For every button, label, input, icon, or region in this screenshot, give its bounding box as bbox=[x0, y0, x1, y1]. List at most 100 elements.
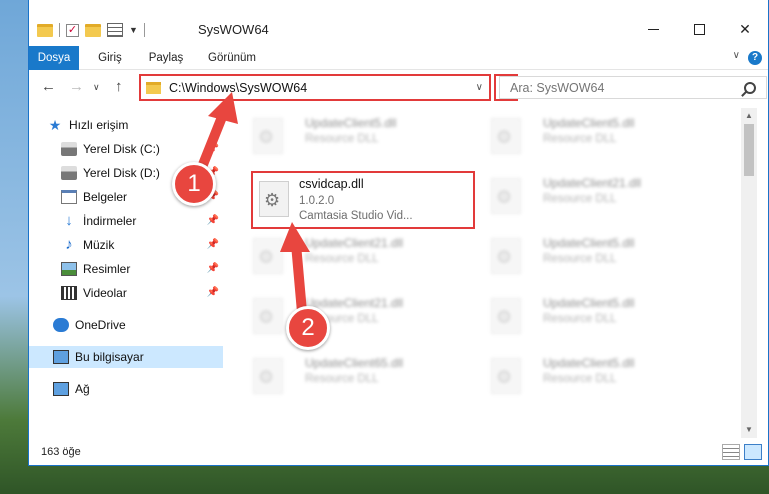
sidebar-item-label: Yerel Disk (D:) bbox=[83, 166, 160, 180]
file-version: 1.0.2.0 bbox=[299, 195, 335, 207]
help-icon[interactable]: ? bbox=[748, 51, 762, 65]
file-name: UpdateClient5.dll bbox=[543, 356, 635, 370]
maximize-button[interactable] bbox=[676, 14, 722, 44]
search-box[interactable] bbox=[499, 76, 767, 99]
sidebar-item-downloads[interactable]: ↓ İndirmeler 📌 bbox=[29, 210, 223, 232]
file-item[interactable]: UpdateClient5.dll Resource DLL bbox=[473, 232, 703, 282]
file-type: Resource DLL bbox=[305, 133, 379, 145]
step-2-badge: 2 bbox=[286, 306, 330, 350]
tab-file[interactable]: Dosya bbox=[29, 46, 79, 70]
pin-icon[interactable]: 📌 bbox=[207, 239, 219, 250]
sidebar-item-network[interactable]: Ağ bbox=[29, 378, 223, 400]
file-name: csvidcap.dll bbox=[299, 177, 364, 191]
network-icon bbox=[53, 382, 69, 396]
download-icon: ↓ bbox=[65, 212, 73, 229]
file-item[interactable]: UpdateClient21.dll Resource DLL bbox=[473, 172, 703, 222]
forward-arrow-icon[interactable]: → bbox=[69, 78, 84, 95]
file-name: UpdateClient5.dll bbox=[543, 236, 635, 250]
dll-file-icon bbox=[491, 238, 521, 274]
sidebar-item-videos[interactable]: Videolar 📌 bbox=[29, 282, 223, 304]
file-name: UpdateClient5.dll bbox=[543, 296, 635, 310]
tab-view[interactable]: Görünüm bbox=[199, 46, 265, 70]
search-icon[interactable] bbox=[744, 81, 756, 94]
tiles-view-icon[interactable] bbox=[744, 444, 762, 460]
dll-file-icon bbox=[259, 181, 289, 217]
navigation-pane: ★ Hızlı erişim Yerel Disk (C:) 📌 Yerel D… bbox=[29, 108, 225, 438]
featured-file-item[interactable]: csvidcap.dll 1.0.2.0 Camtasia Studio Vid… bbox=[251, 171, 475, 229]
file-item[interactable]: UpdateClient5.dll Resource DLL bbox=[235, 112, 465, 162]
folder-icon bbox=[146, 81, 161, 94]
file-type: Resource DLL bbox=[543, 253, 617, 265]
toolbar-separator bbox=[143, 23, 145, 37]
back-arrow-icon[interactable]: ← bbox=[41, 78, 56, 95]
vertical-scrollbar[interactable]: ▲ ▼ bbox=[741, 108, 757, 438]
documents-icon bbox=[61, 190, 77, 204]
close-button[interactable]: ✕ bbox=[722, 14, 768, 44]
file-type: Resource DLL bbox=[543, 313, 617, 325]
minimize-button[interactable] bbox=[630, 14, 676, 44]
cloud-icon bbox=[53, 318, 69, 332]
search-input[interactable] bbox=[510, 80, 744, 95]
dll-file-icon bbox=[491, 358, 521, 394]
file-name: UpdateClient5.dll bbox=[305, 116, 397, 130]
pictures-icon bbox=[61, 262, 77, 276]
sidebar-item-music[interactable]: ♪ Müzik 📌 bbox=[29, 234, 223, 256]
chevron-down-icon[interactable]: ▼ bbox=[129, 25, 138, 35]
folder-icon bbox=[37, 23, 53, 37]
file-item[interactable]: UpdateClient5.dll Resource DLL bbox=[473, 352, 703, 402]
window-controls: ✕ bbox=[630, 14, 768, 44]
tab-share[interactable]: Paylaş bbox=[141, 46, 191, 70]
file-name: UpdateClient65.dll bbox=[305, 356, 404, 370]
scroll-up-icon[interactable]: ▲ bbox=[741, 108, 757, 124]
tab-home[interactable]: Giriş bbox=[89, 46, 131, 70]
explorer-window: ✓ ▼ SysWOW64 ✕ Dosya Giriş Paylaş Görünü… bbox=[28, 0, 769, 466]
pin-icon[interactable]: 📌 bbox=[207, 215, 219, 226]
dll-file-icon bbox=[253, 238, 283, 274]
expand-ribbon-icon[interactable]: ∨ bbox=[733, 50, 740, 61]
up-arrow-icon[interactable]: ↑ bbox=[115, 78, 123, 95]
file-type: Resource DLL bbox=[543, 373, 617, 385]
sidebar-item-label: İndirmeler bbox=[83, 214, 137, 228]
pin-icon[interactable]: 📌 bbox=[207, 287, 219, 298]
address-path[interactable]: C:\Windows\SysWOW64 bbox=[169, 81, 476, 95]
file-item[interactable]: UpdateClient65.dll Resource DLL bbox=[235, 352, 465, 402]
details-view-icon[interactable] bbox=[722, 444, 740, 460]
address-bar[interactable]: C:\Windows\SysWOW64 ∨ bbox=[139, 74, 491, 101]
sidebar-item-this-pc[interactable]: Bu bilgisayar bbox=[29, 346, 223, 368]
sidebar-item-label: Hızlı erişim bbox=[69, 118, 129, 132]
recent-locations-icon[interactable]: ∨ bbox=[93, 82, 100, 93]
view-switcher bbox=[722, 444, 762, 460]
file-item[interactable]: UpdateClient21.dll Resource DLL bbox=[235, 232, 465, 282]
new-folder-icon[interactable] bbox=[85, 23, 101, 37]
sidebar-item-quick-access[interactable]: ★ Hızlı erişim bbox=[29, 114, 223, 136]
sidebar-item-disk-c[interactable]: Yerel Disk (C:) 📌 bbox=[29, 138, 223, 160]
disk-icon bbox=[61, 166, 77, 180]
scroll-down-icon[interactable]: ▼ bbox=[741, 422, 757, 438]
sidebar-item-label: Videolar bbox=[83, 286, 127, 300]
sidebar-item-pictures[interactable]: Resimler 📌 bbox=[29, 258, 223, 280]
file-item[interactable]: UpdateClient5.dll Resource DLL bbox=[473, 112, 703, 162]
file-item[interactable]: UpdateClient21.dll Resource DLL bbox=[235, 292, 465, 342]
file-item[interactable]: UpdateClient5.dll Resource DLL bbox=[473, 292, 703, 342]
scroll-thumb[interactable] bbox=[744, 124, 754, 176]
item-count: 163 öğe bbox=[41, 446, 81, 458]
maximize-icon bbox=[693, 23, 705, 35]
sidebar-item-label: Ağ bbox=[75, 382, 90, 396]
minimize-icon bbox=[647, 28, 659, 30]
dll-file-icon bbox=[253, 358, 283, 394]
chevron-down-icon[interactable]: ∨ bbox=[476, 82, 483, 93]
file-list: UpdateClient5.dll Resource DLL UpdateCli… bbox=[229, 108, 741, 438]
disk-icon bbox=[61, 142, 77, 156]
file-name: UpdateClient21.dll bbox=[543, 176, 642, 190]
window-title: SysWOW64 bbox=[198, 22, 269, 37]
customize-icon[interactable] bbox=[107, 23, 123, 37]
sidebar-item-onedrive[interactable]: OneDrive bbox=[29, 314, 223, 336]
dll-file-icon bbox=[491, 298, 521, 334]
pin-icon[interactable]: 📌 bbox=[207, 143, 219, 154]
properties-check-icon[interactable]: ✓ bbox=[66, 23, 79, 37]
pin-icon[interactable]: 📌 bbox=[207, 263, 219, 274]
close-icon: ✕ bbox=[739, 20, 751, 37]
file-name: UpdateClient21.dll bbox=[305, 236, 404, 250]
sidebar-item-label: OneDrive bbox=[75, 318, 126, 332]
file-description: Camtasia Studio Vid... bbox=[299, 210, 413, 222]
